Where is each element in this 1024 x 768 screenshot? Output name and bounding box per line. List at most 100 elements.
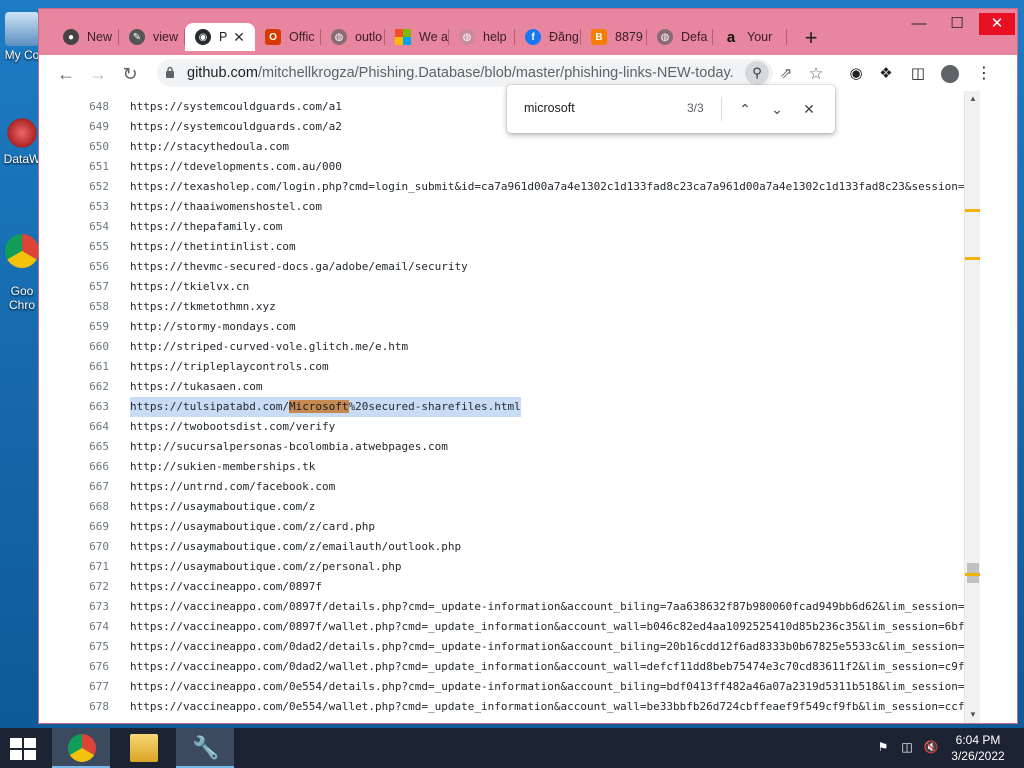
active-find-match: Microsoft <box>288 400 349 413</box>
chrome-icon: ● <box>63 29 79 45</box>
line-number[interactable]: 652 <box>69 177 109 197</box>
tab-default[interactable]: ◍ Defa <box>647 23 713 51</box>
taskbar-chrome[interactable] <box>52 728 110 768</box>
profile-avatar-icon[interactable] <box>937 61 963 87</box>
code-text: https://usaymaboutique.com/z/emailauth/o… <box>130 540 462 553</box>
line-number[interactable]: 675 <box>69 637 109 657</box>
find-in-page-icon[interactable]: ⚲ <box>745 61 769 85</box>
line-number[interactable]: 654 <box>69 217 109 237</box>
tab-help[interactable]: ◍ help <box>449 23 515 51</box>
code-scrollbar[interactable]: ▲ ▼ <box>964 91 981 723</box>
system-clock[interactable]: 6:04 PM 3/26/2022 <box>938 732 1018 764</box>
new-tab-button[interactable]: + <box>799 27 823 51</box>
line-number[interactable]: 677 <box>69 677 109 697</box>
code-text-after-match: %20secured-sharefiles.html <box>348 400 521 413</box>
extensions-puzzle-icon[interactable]: ❖ <box>873 61 899 87</box>
find-previous-icon[interactable]: ⌃ <box>733 97 757 121</box>
reload-icon[interactable]: ↻ <box>117 61 143 87</box>
code-text: http://stormy-mondays.com <box>130 320 296 333</box>
taskbar-tool[interactable]: 🔧 <box>176 728 234 768</box>
address-bar[interactable]: github.com/mitchellkrogza/Phishing.Datab… <box>157 59 773 87</box>
line-number[interactable]: 671 <box>69 557 109 577</box>
tab-label: help <box>483 30 507 44</box>
extension-globe-icon[interactable]: ◉ <box>843 61 869 87</box>
side-panel-icon[interactable]: ◫ <box>905 61 931 87</box>
page-content: 648 https://systemcouldguards.com/a1 649 ht… <box>39 91 1017 723</box>
tab-blogger[interactable]: B 8879 <box>581 23 647 51</box>
folder-icon <box>130 734 158 762</box>
line-number[interactable]: 674 <box>69 617 109 637</box>
code-text: http://stacythedoula.com <box>130 140 289 153</box>
code-text: https://texasholep.com/login.php?cmd=log… <box>130 180 964 193</box>
line-number[interactable]: 666 <box>69 457 109 477</box>
tab-github-active[interactable]: ◉ P ✕ <box>185 23 255 51</box>
line-number[interactable]: 661 <box>69 357 109 377</box>
line-number[interactable]: 668 <box>69 497 109 517</box>
line-number[interactable]: 660 <box>69 337 109 357</box>
page-scrollbar[interactable] <box>980 91 1017 723</box>
line-number[interactable]: 676 <box>69 657 109 677</box>
tab-view[interactable]: ✎ view <box>119 23 185 51</box>
minimize-button[interactable]: — <box>901 13 937 35</box>
line-number[interactable]: 662 <box>69 377 109 397</box>
tab-label: We a <box>419 30 448 44</box>
line-number[interactable]: 648 <box>69 97 109 117</box>
line-number[interactable]: 678 <box>69 697 109 717</box>
clock-time: 6:04 PM <box>955 733 1001 747</box>
back-icon[interactable]: ← <box>53 61 79 87</box>
code-text: https://twobootsdist.com/verify <box>130 420 336 433</box>
line-number[interactable]: 653 <box>69 197 109 217</box>
line-number[interactable]: 649 <box>69 117 109 137</box>
line-number[interactable]: 669 <box>69 517 109 537</box>
forward-icon[interactable]: → <box>85 61 111 87</box>
find-close-icon[interactable]: ✕ <box>797 97 821 121</box>
scroll-down-icon[interactable]: ▼ <box>965 707 981 723</box>
windows-start-icon[interactable] <box>10 738 38 760</box>
close-tab-icon[interactable]: ✕ <box>231 29 247 45</box>
find-match-count: 3/3 <box>687 101 704 115</box>
line-number[interactable]: 651 <box>69 157 109 177</box>
line-number[interactable]: 663 <box>69 397 109 417</box>
globe-icon: ◍ <box>331 29 347 45</box>
code-text: https://vaccineappo.com/0dad2/wallet.php… <box>130 660 964 673</box>
tab-microsoft[interactable]: We a <box>385 23 449 51</box>
code-text: https://thaaiwomenshostel.com <box>130 200 323 213</box>
blogger-icon: B <box>591 29 607 45</box>
scroll-up-icon[interactable]: ▲ <box>965 91 981 107</box>
tab-facebook[interactable]: f Đăng <box>515 23 581 51</box>
code-text: https://vaccineappo.com/0e554/details.ph… <box>130 680 964 693</box>
line-number[interactable]: 672 <box>69 577 109 597</box>
line-number[interactable]: 657 <box>69 277 109 297</box>
code-text: https://vaccineappo.com/0897f <box>130 580 323 593</box>
tab-new[interactable]: ● New <box>53 23 119 51</box>
line-number[interactable]: 655 <box>69 237 109 257</box>
find-next-icon[interactable]: ⌄ <box>765 97 789 121</box>
line-number[interactable]: 667 <box>69 477 109 497</box>
maximize-button[interactable]: ☐ <box>939 13 975 35</box>
line-number[interactable]: 664 <box>69 417 109 437</box>
match-marker <box>965 257 981 260</box>
line-number[interactable]: 670 <box>69 537 109 557</box>
menu-kebab-icon[interactable]: ⋮ <box>971 61 997 87</box>
close-window-button[interactable]: ✕ <box>979 13 1015 35</box>
facebook-icon: f <box>525 29 541 45</box>
share-icon[interactable]: ⇗ <box>773 61 799 87</box>
tab-label: New <box>87 30 113 44</box>
line-number[interactable]: 650 <box>69 137 109 157</box>
find-input[interactable]: microsoft <box>524 101 575 115</box>
tab-office[interactable]: O Offic <box>255 23 321 51</box>
line-number[interactable]: 658 <box>69 297 109 317</box>
line-number[interactable]: 673 <box>69 597 109 617</box>
code-text: https://untrnd.com/facebook.com <box>130 480 336 493</box>
line-number[interactable]: 659 <box>69 317 109 337</box>
line-number[interactable]: 665 <box>69 437 109 457</box>
line-number[interactable]: 656 <box>69 257 109 277</box>
tab-outlook[interactable]: ◍ outlo <box>321 23 385 51</box>
code-text: https://thevmc-secured-docs.ga/adobe/ema… <box>130 260 468 273</box>
network-icon[interactable]: ◫ <box>898 740 916 756</box>
tab-amazon[interactable]: a Your <box>713 23 787 51</box>
amazon-icon: a <box>726 28 736 46</box>
action-center-flag-icon[interactable]: ⚑ <box>874 740 892 756</box>
taskbar-file-explorer[interactable] <box>114 728 172 768</box>
bookmark-star-icon[interactable]: ☆ <box>803 61 829 87</box>
